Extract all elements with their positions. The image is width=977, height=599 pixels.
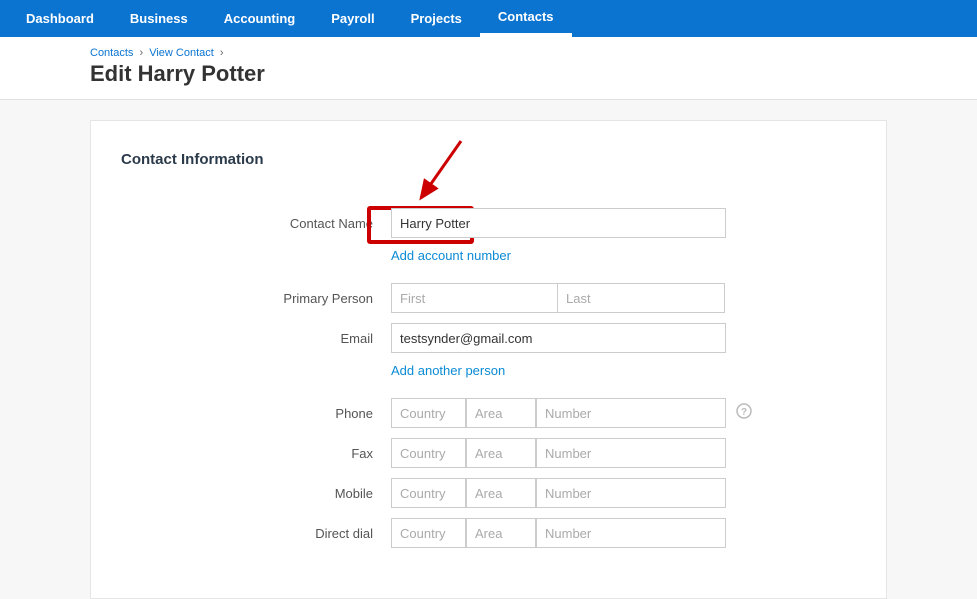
nav-payroll[interactable]: Payroll [313, 0, 392, 37]
label-email: Email [121, 331, 391, 346]
breadcrumb-sep: › [220, 47, 224, 59]
help-icon[interactable]: ? [736, 403, 752, 424]
direct-dial-area-input[interactable] [466, 518, 536, 548]
nav-projects[interactable]: Projects [393, 0, 480, 37]
fax-number-input[interactable] [536, 438, 726, 468]
label-fax: Fax [121, 446, 391, 461]
contact-name-input[interactable] [391, 208, 726, 238]
label-primary-person: Primary Person [121, 291, 391, 306]
add-another-person-link[interactable]: Add another person [391, 363, 856, 378]
direct-dial-country-input[interactable] [391, 518, 466, 548]
label-mobile: Mobile [121, 486, 391, 501]
phone-number-input[interactable] [536, 398, 726, 428]
breadcrumb: Contacts › View Contact › [90, 47, 977, 59]
fax-country-input[interactable] [391, 438, 466, 468]
primary-first-input[interactable] [391, 283, 558, 313]
mobile-country-input[interactable] [391, 478, 466, 508]
nav-dashboard[interactable]: Dashboard [8, 0, 112, 37]
svg-text:?: ? [741, 407, 747, 418]
breadcrumb-sep: › [139, 47, 143, 59]
section-title: Contact Information [121, 151, 856, 168]
breadcrumb-view-contact[interactable]: View Contact [149, 47, 214, 59]
content-card: Contact Information Contact Name Add acc… [90, 120, 887, 599]
add-account-number-link[interactable]: Add account number [391, 248, 856, 263]
page-header: Contacts › View Contact › Edit Harry Pot… [0, 37, 977, 100]
direct-dial-number-input[interactable] [536, 518, 726, 548]
nav-business[interactable]: Business [112, 0, 206, 37]
label-phone: Phone [121, 406, 391, 421]
primary-last-input[interactable] [558, 283, 725, 313]
page-title: Edit Harry Potter [90, 61, 977, 99]
fax-area-input[interactable] [466, 438, 536, 468]
annotation-arrow-icon [406, 136, 486, 216]
mobile-area-input[interactable] [466, 478, 536, 508]
nav-accounting[interactable]: Accounting [206, 0, 314, 37]
phone-country-input[interactable] [391, 398, 466, 428]
label-direct-dial: Direct dial [121, 526, 391, 541]
top-navigation: Dashboard Business Accounting Payroll Pr… [0, 0, 977, 37]
mobile-number-input[interactable] [536, 478, 726, 508]
nav-contacts[interactable]: Contacts [480, 0, 572, 37]
label-contact-name: Contact Name [121, 216, 391, 231]
email-input[interactable] [391, 323, 726, 353]
breadcrumb-contacts[interactable]: Contacts [90, 47, 133, 59]
phone-area-input[interactable] [466, 398, 536, 428]
